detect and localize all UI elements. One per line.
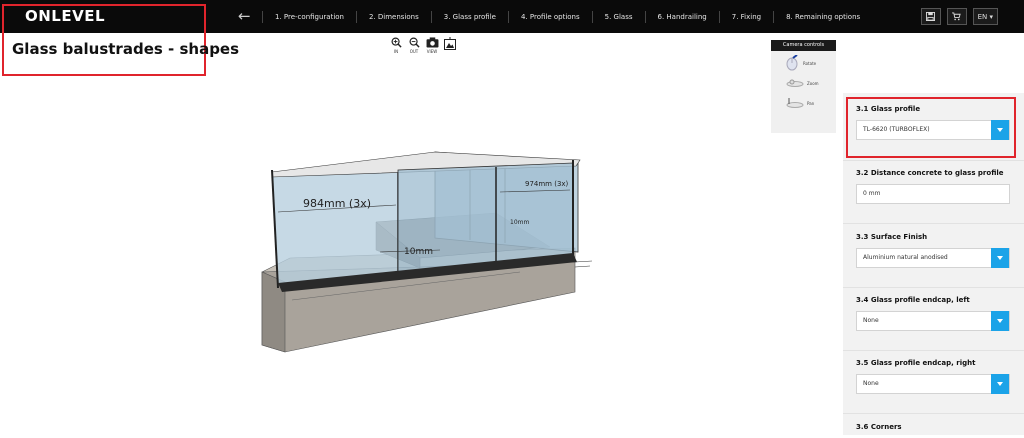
surface-finish-value: Aluminium natural anodised	[863, 254, 948, 261]
zoom-in-icon	[391, 37, 402, 48]
camera-view-label: VIEW	[426, 49, 438, 54]
sidebar-header-area	[843, 33, 1024, 93]
corners-label: 3.6 Corners	[856, 423, 902, 431]
step-glass-profile[interactable]: 3. Glass profile	[430, 10, 508, 23]
dimension-label-left: 984mm (3x)	[303, 197, 371, 210]
distance-label: 3.2 Distance concrete to glass profile	[856, 169, 1004, 177]
endcap-left-select[interactable]: None	[856, 311, 1010, 331]
camera-rotate-label: Rotate	[803, 60, 817, 66]
section-divider	[843, 223, 1024, 224]
dimension-label-right: 974mm (3x)	[525, 180, 569, 188]
section-divider	[843, 287, 1024, 288]
mouse-pan-icon	[786, 98, 804, 108]
section-divider	[843, 160, 1024, 161]
zoom-out-icon	[409, 37, 420, 48]
dimension-label-gap-right: 10mm	[510, 219, 529, 226]
step-handrailing[interactable]: 6. Handrailing	[644, 10, 719, 23]
surface-finish-section: 3.3 Surface Finish Aluminium natural ano…	[856, 233, 1010, 268]
endcap-right-section: 3.5 Glass profile endcap, right None	[856, 359, 1010, 394]
zoom-out-label: OUT	[409, 49, 419, 54]
top-actions: EN ▾	[920, 8, 998, 25]
endcap-left-section: 3.4 Glass profile endcap, left None	[856, 296, 1010, 331]
configuration-steps: 1. Pre-configuration 2. Dimensions 3. Gl…	[262, 0, 872, 33]
distance-section: 3.2 Distance concrete to glass profile 0…	[856, 169, 1010, 204]
distance-input[interactable]: 0 mm	[856, 184, 1010, 204]
zoom-in-button[interactable]: IN	[389, 37, 403, 54]
chevron-down-icon[interactable]	[991, 248, 1009, 268]
anchor-mark	[574, 265, 591, 268]
anchor-mark	[574, 260, 593, 263]
save-icon	[926, 12, 936, 21]
camera-view-button[interactable]: VIEW	[425, 37, 439, 54]
camera-pan-control[interactable]: Pan	[771, 91, 836, 111]
surface-finish-select[interactable]: Aluminium natural anodised	[856, 248, 1010, 268]
cart-button[interactable]	[946, 8, 967, 25]
step-glass[interactable]: 5. Glass	[591, 10, 645, 23]
balustrade-3d-model[interactable]: 984mm (3x) 974mm (3x) 10mm 10mm	[255, 148, 600, 363]
camera-icon	[426, 37, 438, 48]
endcap-left-value: None	[863, 317, 879, 324]
corners-section: 3.6 Corners	[856, 423, 1010, 438]
endcap-right-value: None	[863, 380, 879, 387]
language-select[interactable]: EN ▾	[972, 8, 998, 25]
left-glass-panel	[271, 169, 399, 286]
camera-controls-title: Camera controls	[771, 40, 836, 51]
camera-rotate-control[interactable]: Rotate	[771, 51, 836, 71]
camera-controls-panel: Camera controls Rotate Zoom Pan	[771, 40, 836, 133]
step-profile-options[interactable]: 4. Profile options	[507, 10, 592, 23]
glass-profile-highlight-box	[846, 97, 1016, 158]
page-title: Glass balustrades - shapes	[12, 40, 240, 58]
zoom-in-label: IN	[393, 49, 399, 54]
image-icon	[444, 37, 456, 50]
camera-pan-label: Pan	[807, 100, 815, 106]
chevron-down-icon[interactable]	[991, 374, 1009, 394]
camera-zoom-control[interactable]: Zoom	[771, 71, 836, 91]
zoom-out-button[interactable]: OUT	[407, 37, 421, 54]
endcap-left-label: 3.4 Glass profile endcap, left	[856, 296, 970, 304]
view-toolbar: IN OUT VIEW	[389, 37, 457, 54]
options-sidebar: 3.1 Glass profile TL-6620 (TURBOFLEX) 3.…	[843, 33, 1024, 435]
camera-zoom-label: Zoom	[807, 80, 819, 86]
section-divider	[843, 350, 1024, 351]
mouse-zoom-icon	[786, 79, 804, 87]
image-view-button[interactable]	[443, 37, 457, 54]
back-arrow-icon[interactable]: ←	[238, 7, 251, 25]
step-remaining-options[interactable]: 8. Remaining options	[773, 10, 872, 23]
cart-icon	[952, 12, 961, 21]
step-dimensions[interactable]: 2. Dimensions	[356, 10, 431, 23]
save-button[interactable]	[920, 8, 941, 25]
mouse-rotate-icon	[786, 55, 798, 71]
step-pre-configuration[interactable]: 1. Pre-configuration	[262, 10, 356, 23]
surface-finish-label: 3.3 Surface Finish	[856, 233, 928, 241]
chevron-down-icon[interactable]	[991, 311, 1009, 331]
section-divider	[843, 413, 1024, 414]
step-fixing[interactable]: 7. Fixing	[718, 10, 773, 23]
endcap-right-label: 3.5 Glass profile endcap, right	[856, 359, 976, 367]
dimension-label-gap-front: 10mm	[404, 247, 433, 257]
endcap-right-select[interactable]: None	[856, 374, 1010, 394]
